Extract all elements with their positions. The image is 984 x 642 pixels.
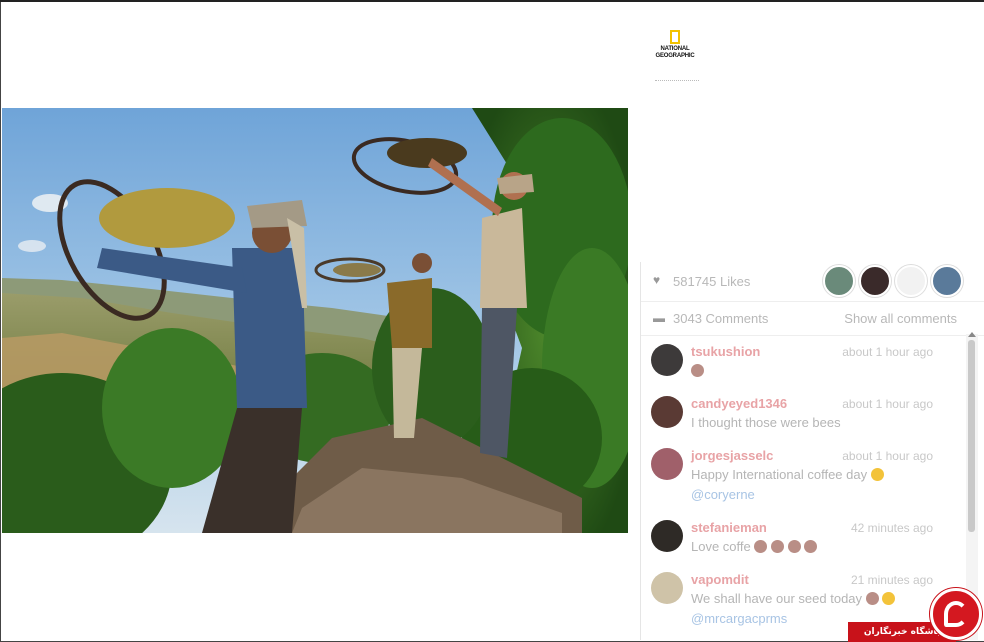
show-all-comments-link[interactable]: Show all comments — [844, 311, 957, 326]
emoji-icon — [804, 540, 818, 553]
comment-avatar[interactable] — [651, 448, 683, 480]
national-geographic-logo[interactable]: NATIONAL GEOGRAPHIC — [655, 30, 695, 60]
comment-item: candyeyed1346 about 1 hour ago I thought… — [641, 388, 971, 440]
comment-mention[interactable]: @coryerne — [691, 487, 755, 502]
comment-item: jorgesjasselc about 1 hour ago Happy Int… — [641, 440, 971, 510]
post-stats-panel: ♥ 581745 Likes ▬ 3043 Comments Show all … — [640, 262, 984, 640]
liker-avatar[interactable] — [859, 265, 891, 297]
comment-time: about 1 hour ago — [842, 345, 933, 359]
comment-username[interactable]: stefanieman — [691, 520, 767, 535]
comment-text-body: Love coffe — [691, 539, 751, 554]
comment-username[interactable]: vapomdit — [691, 572, 749, 587]
comments-count: 3043 Comments — [673, 311, 769, 326]
comment-text — [691, 363, 704, 378]
comment-text: Love coffe — [691, 539, 818, 554]
top-border — [0, 0, 984, 2]
likes-count: 581745 Likes — [673, 274, 751, 289]
comment-time: about 1 hour ago — [842, 397, 933, 411]
brand-logo-text: NATIONAL GEOGRAPHIC — [655, 46, 695, 59]
comment-text: Happy International coffee day — [691, 467, 884, 482]
emoji-icon — [754, 540, 768, 553]
comment-text-body: We shall have our seed today — [691, 591, 863, 606]
watermark-logo: باشگاه خبرنگاران — [848, 588, 984, 642]
comment-username[interactable]: candyeyed1346 — [691, 396, 787, 411]
coffee-harvest-image — [2, 108, 628, 533]
liker-avatar[interactable] — [931, 265, 963, 297]
watermark-emblem-icon — [930, 588, 982, 640]
comment-time: 42 minutes ago — [850, 521, 933, 535]
comment-item: stefanieman 42 minutes ago Love coffe — [641, 512, 971, 564]
comments-row: ▬ 3043 Comments Show all comments — [641, 302, 984, 336]
liker-avatar[interactable] — [823, 265, 855, 297]
emoji-icon — [691, 364, 704, 377]
comment-text-body: Happy International coffee day — [691, 467, 868, 482]
comment-bubble-icon: ▬ — [653, 311, 665, 325]
comment-avatar[interactable] — [651, 344, 683, 376]
emoji-icon — [787, 540, 801, 553]
nat-geo-yellow-frame-icon — [670, 30, 680, 44]
comment-mention[interactable]: @mrcargacprms — [691, 611, 787, 626]
comment-time: about 1 hour ago — [842, 449, 933, 463]
scroll-up-arrow-icon[interactable] — [968, 332, 976, 337]
comment-avatar[interactable] — [651, 572, 683, 604]
comment-item: tsukushion about 1 hour ago — [641, 336, 971, 388]
emoji-icon — [870, 468, 884, 481]
comment-username[interactable]: jorgesjasselc — [691, 448, 773, 463]
comment-avatar[interactable] — [651, 396, 683, 428]
scroll-thumb[interactable] — [968, 340, 975, 532]
comment-time: 21 minutes ago — [850, 573, 933, 587]
comment-username[interactable]: tsukushion — [691, 344, 760, 359]
emoji-icon — [771, 540, 785, 553]
heart-icon[interactable]: ♥ — [653, 274, 665, 286]
post-photo[interactable] — [2, 108, 628, 533]
comment-avatar[interactable] — [651, 520, 683, 552]
liker-avatar[interactable] — [895, 265, 927, 297]
likes-row: ♥ 581745 Likes — [641, 262, 984, 302]
comment-text: I thought those were bees — [691, 415, 841, 430]
faint-caption-line — [655, 80, 699, 83]
